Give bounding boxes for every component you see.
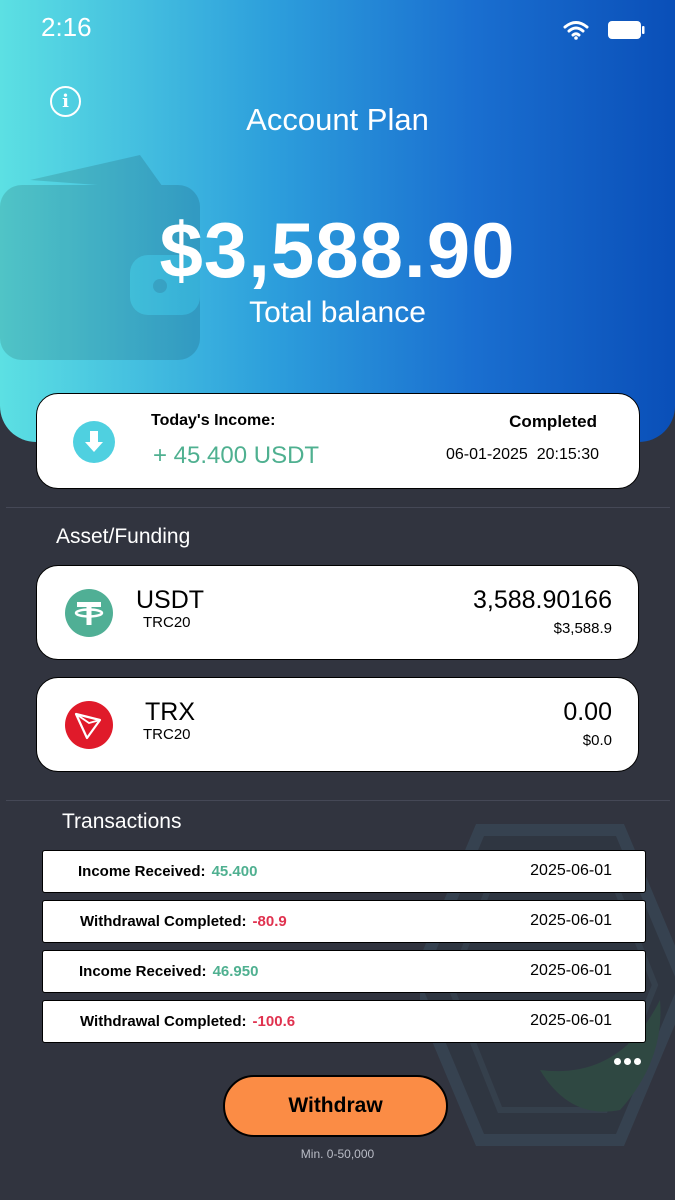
more-dots-icon[interactable]: [614, 1058, 641, 1065]
transaction-label-wrap: Withdrawal Completed: -80.9: [80, 913, 287, 930]
asset-amount: 0.00: [563, 698, 612, 726]
income-status: Completed: [509, 412, 597, 431]
asset-network: TRC20: [143, 726, 191, 743]
download-arrow-icon: [73, 421, 115, 463]
transaction-date: 2025-06-01: [530, 912, 612, 929]
transaction-row[interactable]: Income Received: 45.400 2025-06-01: [42, 850, 646, 893]
transactions-section-title: Transactions: [62, 810, 182, 833]
transaction-label-wrap: Withdrawal Completed: -100.6: [80, 1013, 295, 1030]
withdraw-button[interactable]: Withdraw: [223, 1075, 448, 1137]
transaction-value: 45.400: [211, 863, 258, 880]
transaction-date: 2025-06-01: [530, 862, 612, 879]
asset-usd-value: $0.0: [582, 732, 612, 749]
transaction-date: 2025-06-01: [530, 1012, 612, 1029]
transaction-label: Withdrawal Completed:: [80, 1013, 247, 1030]
wifi-icon: [563, 21, 589, 40]
transaction-label: Withdrawal Completed:: [80, 913, 247, 930]
asset-network: TRC20: [143, 614, 191, 631]
transaction-value: -80.9: [252, 913, 287, 930]
status-icons: [563, 20, 645, 40]
asset-name: TRX: [145, 698, 195, 726]
asset-name: USDT: [136, 586, 205, 614]
income-card: Today's Income: + 45.400 USDT Completed …: [36, 393, 640, 489]
transaction-label-wrap: Income Received: 46.950: [79, 963, 258, 980]
withdraw-limit-note: Min. 0-50,000: [300, 1147, 375, 1161]
transaction-row[interactable]: Income Received: 46.950 2025-06-01: [42, 950, 646, 993]
income-label: Today's Income:: [151, 412, 276, 429]
transaction-row[interactable]: Withdrawal Completed: -100.6 2025-06-01: [42, 1000, 646, 1043]
divider: [6, 507, 670, 508]
battery-icon: [608, 21, 645, 39]
income-amount: + 45.400 USDT: [153, 442, 320, 469]
status-time: 2:16: [41, 12, 92, 42]
transaction-label: Income Received:: [79, 963, 207, 980]
transaction-label: Income Received:: [78, 863, 206, 880]
divider: [6, 800, 670, 801]
asset-card-usdt[interactable]: USDT TRC20 3,588.90166 $3,588.9: [36, 565, 639, 660]
transaction-row[interactable]: Withdrawal Completed: -80.9 2025-06-01: [42, 900, 646, 943]
page-title: Account Plan: [246, 102, 429, 137]
asset-card-trx[interactable]: TRX TRC20 0.00 $0.0: [36, 677, 639, 772]
total-balance-label: Total balance: [249, 296, 426, 329]
transaction-label-wrap: Income Received: 45.400: [78, 863, 257, 880]
asset-usd-value: $3,588.9: [553, 620, 612, 637]
assets-section-title: Asset/Funding: [56, 525, 191, 548]
asset-amount: 3,588.90166: [472, 586, 612, 614]
transaction-date: 2025-06-01: [530, 962, 612, 979]
transaction-value: 46.950: [212, 963, 259, 980]
transaction-value: -100.6: [252, 1013, 296, 1030]
income-datetime: 06-01-2025 20:15:30: [445, 446, 599, 463]
total-balance-value: $3,588.90: [159, 206, 516, 294]
tether-icon: [65, 589, 113, 637]
tron-icon: [65, 701, 113, 749]
